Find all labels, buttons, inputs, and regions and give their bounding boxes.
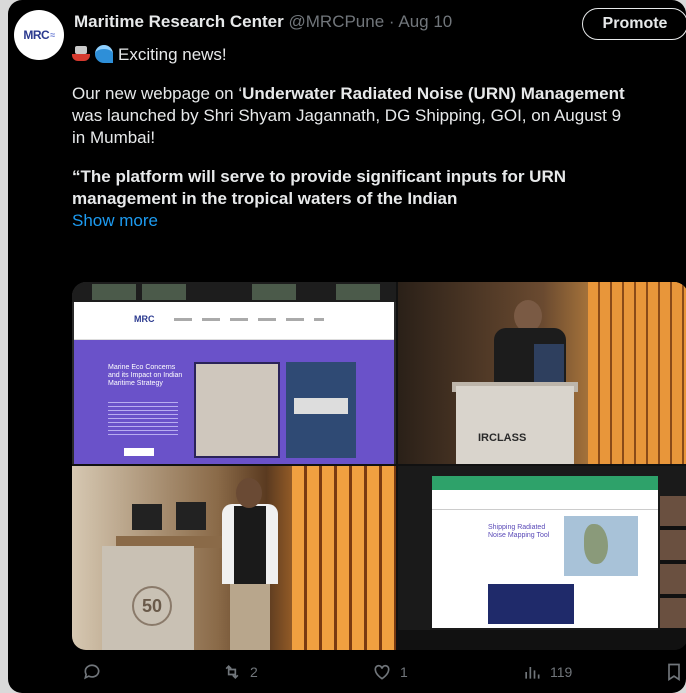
retweet-icon xyxy=(225,664,239,680)
avatar[interactable]: MRC ≈ xyxy=(14,10,64,60)
webpage-hero-body xyxy=(108,402,178,438)
like-count: 1 xyxy=(400,664,408,680)
map-thumbnail xyxy=(564,516,638,576)
webpage-logo: MRC xyxy=(134,314,155,324)
meeting-toolbar xyxy=(398,630,686,650)
author-name[interactable]: Maritime Research Center xyxy=(74,12,284,31)
tweet-card[interactable]: MRC ≈ Maritime Research Center @MRCPune ·… xyxy=(8,0,686,693)
anniversary-badge: 50 xyxy=(132,586,172,626)
webpage-nav: MRC xyxy=(74,302,394,340)
author-handle[interactable]: @MRCPune xyxy=(289,12,385,31)
show-more-link[interactable]: Show more xyxy=(72,210,686,232)
webpage-preview: MRC Marine Eco Concerns and its Impact o… xyxy=(74,302,394,464)
participant-thumbnails xyxy=(660,496,686,630)
views-action[interactable]: 119 xyxy=(522,662,572,682)
zoom-participant-strip xyxy=(72,282,396,302)
headline-line: Exciting news! xyxy=(72,44,686,66)
text-line-2: was launched by Shri Shyam Jagannath, DG… xyxy=(72,106,622,125)
media-grid[interactable]: MRC Marine Eco Concerns and its Impact o… xyxy=(72,282,686,650)
action-bar: 2 1 119 xyxy=(72,662,686,686)
shared-screen-title: Shipping Radiated Noise Mapping Tool xyxy=(488,524,550,539)
text-line-1-prefix: Our new webpage on ‘ xyxy=(72,84,243,103)
quote-line-2: management in the tropical waters of the… xyxy=(72,189,458,208)
media-tile-presenter[interactable]: 50 xyxy=(72,466,396,650)
course-card xyxy=(488,584,638,624)
media-tile-speaker[interactable]: IRCLASS xyxy=(398,282,686,464)
tweet-header: Maritime Research Center @MRCPune · Aug … xyxy=(74,12,452,32)
retweet-count: 2 xyxy=(250,664,258,680)
bookmark-action[interactable] xyxy=(664,662,684,682)
presenter-head xyxy=(236,478,262,508)
media-tile-webpage[interactable]: MRC Marine Eco Concerns and its Impact o… xyxy=(72,282,396,464)
text-line-3: in Mumbai! xyxy=(72,128,156,147)
webpage-hero-title: Marine Eco Concerns and its Impact on In… xyxy=(108,364,183,387)
like-action[interactable]: 1 xyxy=(372,662,408,682)
separator: · xyxy=(384,12,399,31)
webpage-image-2 xyxy=(286,362,356,458)
podium-sign: IRCLASS xyxy=(478,432,527,444)
views-count: 119 xyxy=(550,664,573,680)
text-line-1-bold: Underwater Radiated Noise (URN) Manageme… xyxy=(242,84,625,103)
tweet-date[interactable]: Aug 10 xyxy=(398,12,452,31)
retweet-action[interactable]: 2 xyxy=(222,662,258,682)
analytics-icon xyxy=(525,667,540,679)
media-tile-screenshare[interactable]: Shipping Radiated Noise Mapping Tool xyxy=(398,466,686,650)
presenter-vest xyxy=(234,506,266,584)
ship-emoji-icon xyxy=(72,45,92,63)
shared-screen-nav xyxy=(432,476,658,490)
reply-action[interactable] xyxy=(82,662,110,682)
webpage-hero-button xyxy=(124,448,154,456)
laptop xyxy=(534,344,564,384)
promote-button[interactable]: Promote xyxy=(582,8,686,40)
shared-screen-subnav xyxy=(432,490,658,510)
laptop xyxy=(176,502,206,530)
bookmark-icon xyxy=(668,663,680,682)
quote-line-1: “The platform will serve to provide sign… xyxy=(72,167,566,186)
podium xyxy=(456,386,574,464)
webpage-image-1 xyxy=(194,362,280,458)
laptop xyxy=(132,504,162,530)
wood-slats xyxy=(588,282,686,464)
headline-text: Exciting news! xyxy=(118,45,227,64)
avatar-swirl-icon: ≈ xyxy=(50,30,55,40)
avatar-logo-text: MRC xyxy=(23,28,50,42)
heart-icon xyxy=(374,664,390,680)
wave-emoji-icon xyxy=(95,45,113,63)
webpage-nav-links xyxy=(174,318,324,321)
reply-icon xyxy=(84,664,100,680)
tweet-body: Exciting news! Our new webpage on ‘Under… xyxy=(72,44,686,232)
text-line-1: Our new webpage on ‘Underwater Radiated … xyxy=(72,83,686,105)
presenter-legs xyxy=(230,584,270,650)
wood-slats xyxy=(292,466,396,650)
